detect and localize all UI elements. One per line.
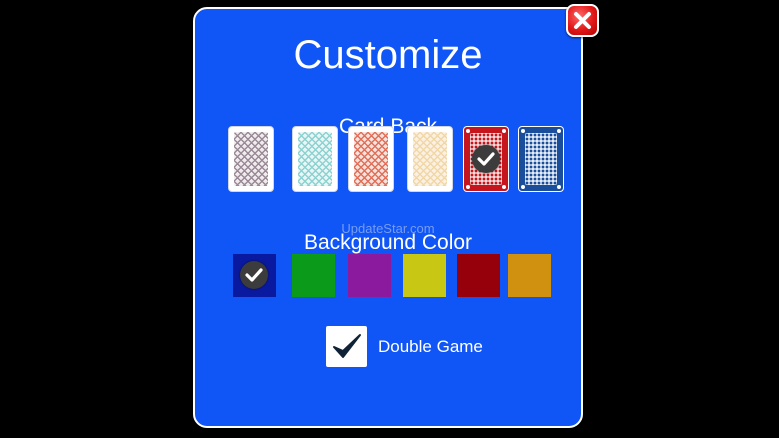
card-pattern — [354, 132, 388, 186]
corner-dot — [557, 185, 561, 189]
corner-dot — [502, 185, 506, 189]
card-pattern — [413, 132, 447, 186]
card-pattern — [298, 132, 332, 186]
game-screen: Customize Card Back UpdateStar.com Backg… — [0, 0, 779, 438]
selected-check-icon — [240, 261, 268, 289]
card-back-option-5[interactable] — [463, 126, 509, 192]
card-back-option-6[interactable] — [518, 126, 564, 192]
card-back-option-3[interactable] — [348, 126, 394, 192]
checkmark-icon — [333, 334, 361, 358]
close-button[interactable] — [566, 4, 599, 37]
card-pattern — [234, 132, 268, 186]
bg-color-swatch-orange[interactable] — [508, 254, 551, 297]
selected-check-icon — [472, 145, 500, 173]
bg-color-swatch-yellow[interactable] — [403, 254, 446, 297]
close-x-icon — [574, 12, 591, 29]
card-pattern — [525, 133, 557, 185]
corner-dot — [466, 129, 470, 133]
card-back-option-2[interactable] — [292, 126, 338, 192]
double-game-checkbox[interactable] — [326, 326, 367, 367]
bg-color-swatch-navy[interactable] — [233, 254, 276, 297]
dialog-title: Customize — [293, 33, 483, 77]
corner-dot — [557, 129, 561, 133]
corner-dot — [502, 129, 506, 133]
customize-dialog: Customize Card Back UpdateStar.com Backg… — [193, 7, 583, 428]
corner-dot — [466, 185, 470, 189]
background-color-label: Background Color — [303, 231, 473, 254]
bg-color-swatch-purple[interactable] — [348, 254, 391, 297]
corner-dot — [521, 129, 525, 133]
bg-color-swatch-dark-red[interactable] — [457, 254, 500, 297]
card-back-option-4[interactable] — [407, 126, 453, 192]
double-game-label: Double Game — [378, 337, 483, 356]
corner-dot — [521, 185, 525, 189]
bg-color-swatch-green[interactable] — [292, 254, 335, 297]
card-back-option-1[interactable] — [228, 126, 274, 192]
